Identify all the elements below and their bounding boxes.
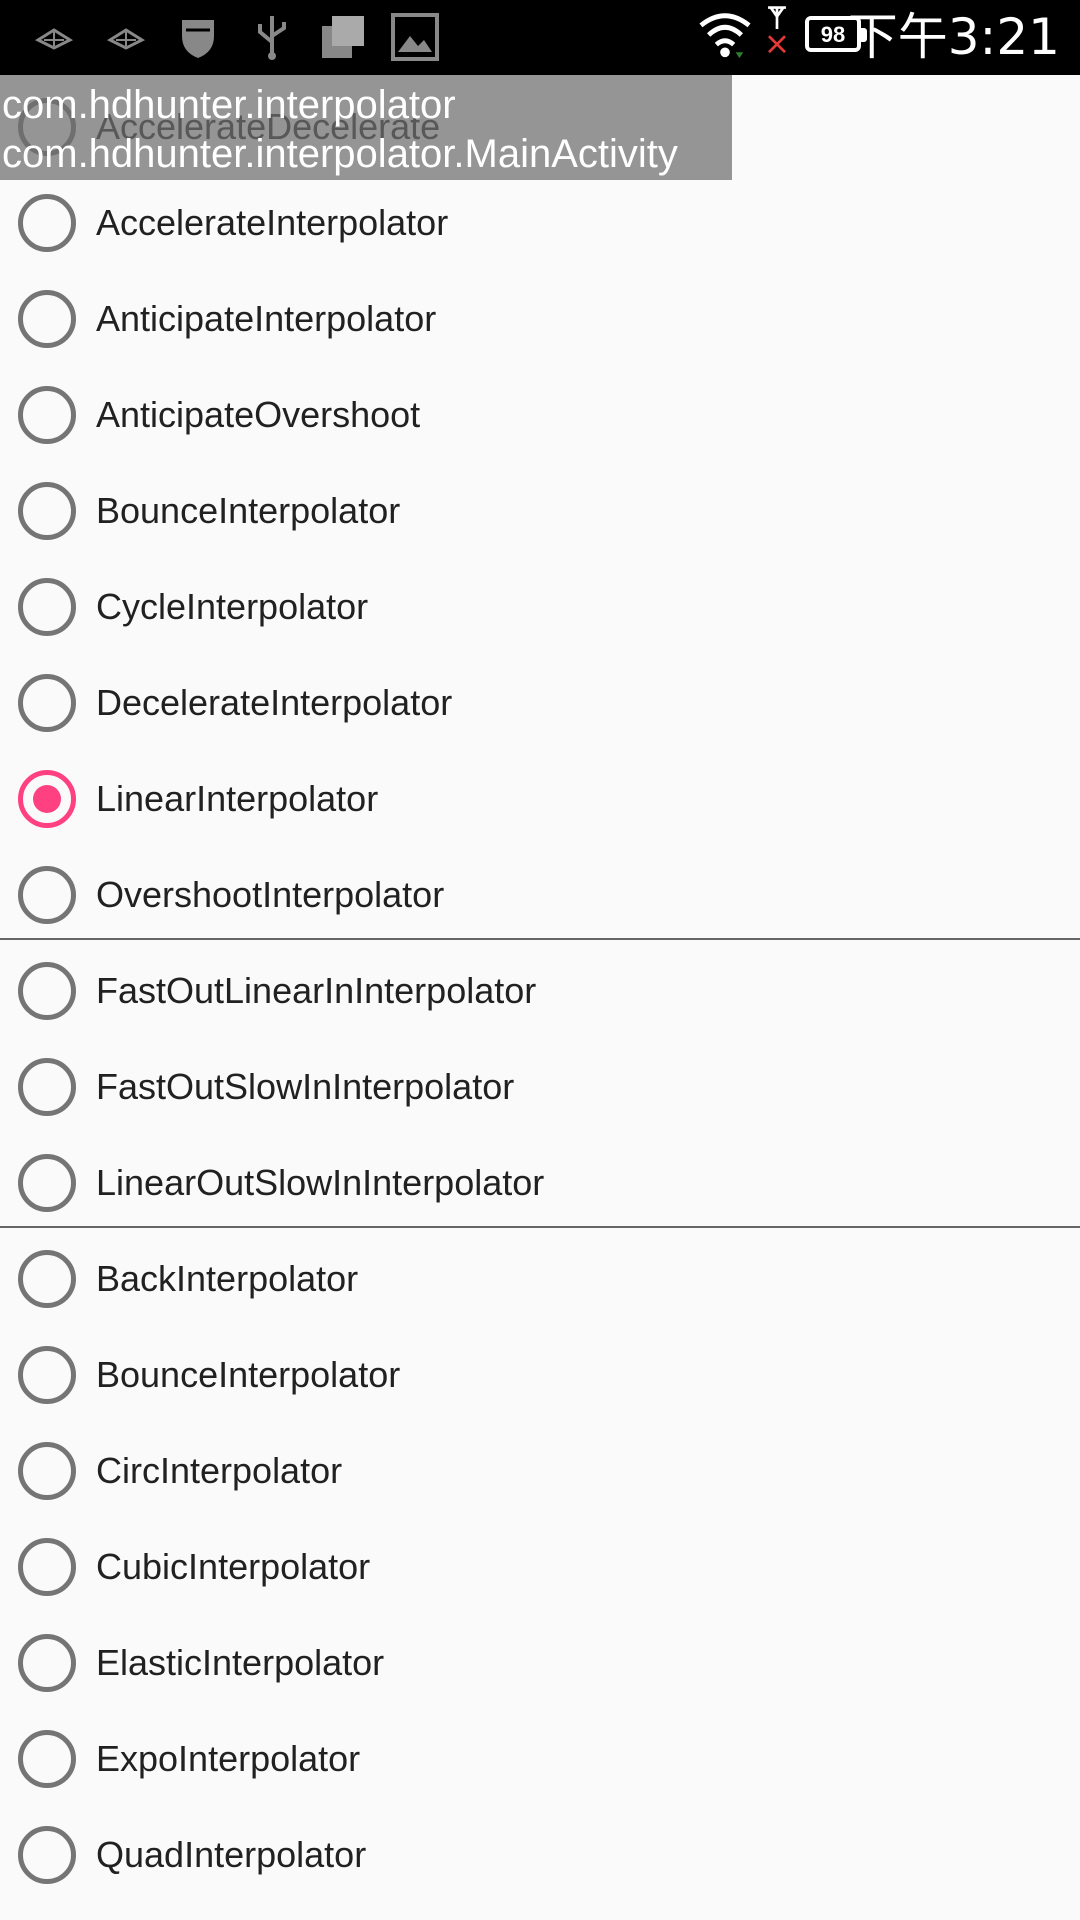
radio-option-label: LinearOutSlowInInterpolator — [96, 1162, 545, 1203]
radio-option-label: LinearInterpolator — [96, 778, 379, 819]
radio-option-label: QuadInterpolator — [96, 1834, 367, 1875]
radio-button[interactable] — [18, 1442, 76, 1500]
radio-option[interactable]: ExpoInterpolator — [0, 1707, 1080, 1803]
radio-button[interactable] — [18, 866, 76, 924]
radio-option[interactable]: AnticipateInterpolator — [0, 267, 1080, 363]
activity-name: com.hdhunter.interpolator.MainActivity — [2, 132, 678, 176]
stack-icon — [322, 16, 364, 58]
radio-option-label: DecelerateInterpolator — [96, 682, 453, 723]
radio-button[interactable] — [18, 1250, 76, 1308]
radio-button[interactable] — [18, 1730, 76, 1788]
radio-option-label: AccelerateInterpolator — [96, 202, 449, 243]
radio-button[interactable] — [18, 482, 76, 540]
radio-option-label: ExpoInterpolator — [96, 1738, 361, 1779]
radio-option[interactable]: BackInterpolator — [0, 1227, 1080, 1323]
radio-button[interactable] — [18, 1058, 76, 1116]
radio-option[interactable]: QuadInterpolator — [0, 1803, 1080, 1899]
radio-button-checked[interactable] — [18, 770, 76, 828]
radio-option-label: FastOutSlowInInterpolator — [96, 1066, 515, 1107]
radio-option-label: BounceInterpolator — [96, 1354, 401, 1395]
radio-option[interactable]: FastOutSlowInInterpolator — [0, 1035, 1080, 1131]
app-icon-1 — [34, 28, 74, 50]
image-icon — [391, 13, 439, 61]
radio-option-label: BounceInterpolator — [96, 490, 401, 531]
radio-button[interactable] — [18, 1826, 76, 1884]
radio-dot — [33, 785, 61, 813]
radio-option[interactable]: BounceInterpolator — [0, 1323, 1080, 1419]
radio-button[interactable] — [18, 1346, 76, 1404]
radio-option[interactable]: FastOutLinearInInterpolator — [0, 939, 1080, 1035]
radio-option-label: AnticipateInterpolator — [96, 298, 437, 339]
interpolator-list: AccelerateDecelerateAccelerateInterpolat… — [0, 75, 1080, 1920]
status-bar: 98 下午3:21 — [0, 0, 1080, 75]
radio-option-label: FastOutLinearInInterpolator — [96, 970, 537, 1011]
radio-option[interactable]: CircInterpolator — [0, 1419, 1080, 1515]
radio-button[interactable] — [18, 386, 76, 444]
radio-option-label: BackInterpolator — [96, 1258, 359, 1299]
shield-icon — [182, 20, 214, 58]
activity-info-overlay: com.hdhunter.interpolator com.hdhunter.i… — [0, 75, 732, 180]
wifi-icon — [699, 13, 751, 59]
radio-option[interactable]: CycleInterpolator — [0, 555, 1080, 651]
radio-button[interactable] — [18, 1634, 76, 1692]
radio-button[interactable] — [18, 962, 76, 1020]
radio-option-label: CycleInterpolator — [96, 586, 369, 627]
radio-option[interactable]: BounceInterpolator — [0, 459, 1080, 555]
radio-option[interactable]: AccelerateInterpolator — [0, 171, 1080, 267]
radio-option[interactable]: ElasticInterpolator — [0, 1611, 1080, 1707]
radio-button[interactable] — [18, 194, 76, 252]
radio-option[interactable]: DecelerateInterpolator — [0, 651, 1080, 747]
radio-option-label: CircInterpolator — [96, 1450, 343, 1491]
radio-option[interactable]: LinearInterpolator — [0, 747, 1080, 843]
package-name: com.hdhunter.interpolator — [2, 83, 456, 127]
clock: 下午3:21 — [847, 8, 1060, 66]
radio-option[interactable]: OvershootInterpolator — [0, 843, 1080, 939]
radio-option[interactable]: AnticipateOvershoot — [0, 363, 1080, 459]
radio-button[interactable] — [18, 674, 76, 732]
radio-option-label: CubicInterpolator — [96, 1546, 371, 1587]
radio-option-label: OvershootInterpolator — [96, 874, 445, 915]
radio-option[interactable]: LinearOutSlowInInterpolator — [0, 1131, 1080, 1227]
usb-icon — [258, 16, 286, 60]
radio-button[interactable] — [18, 578, 76, 636]
radio-option-label: AnticipateOvershoot — [96, 394, 421, 435]
app-icon-2 — [106, 28, 146, 50]
no-signal-icon — [768, 6, 786, 54]
radio-button[interactable] — [18, 1154, 76, 1212]
radio-option-label: ElasticInterpolator — [96, 1642, 385, 1683]
radio-button[interactable] — [18, 290, 76, 348]
radio-option[interactable]: CubicInterpolator — [0, 1515, 1080, 1611]
radio-button[interactable] — [18, 1538, 76, 1596]
